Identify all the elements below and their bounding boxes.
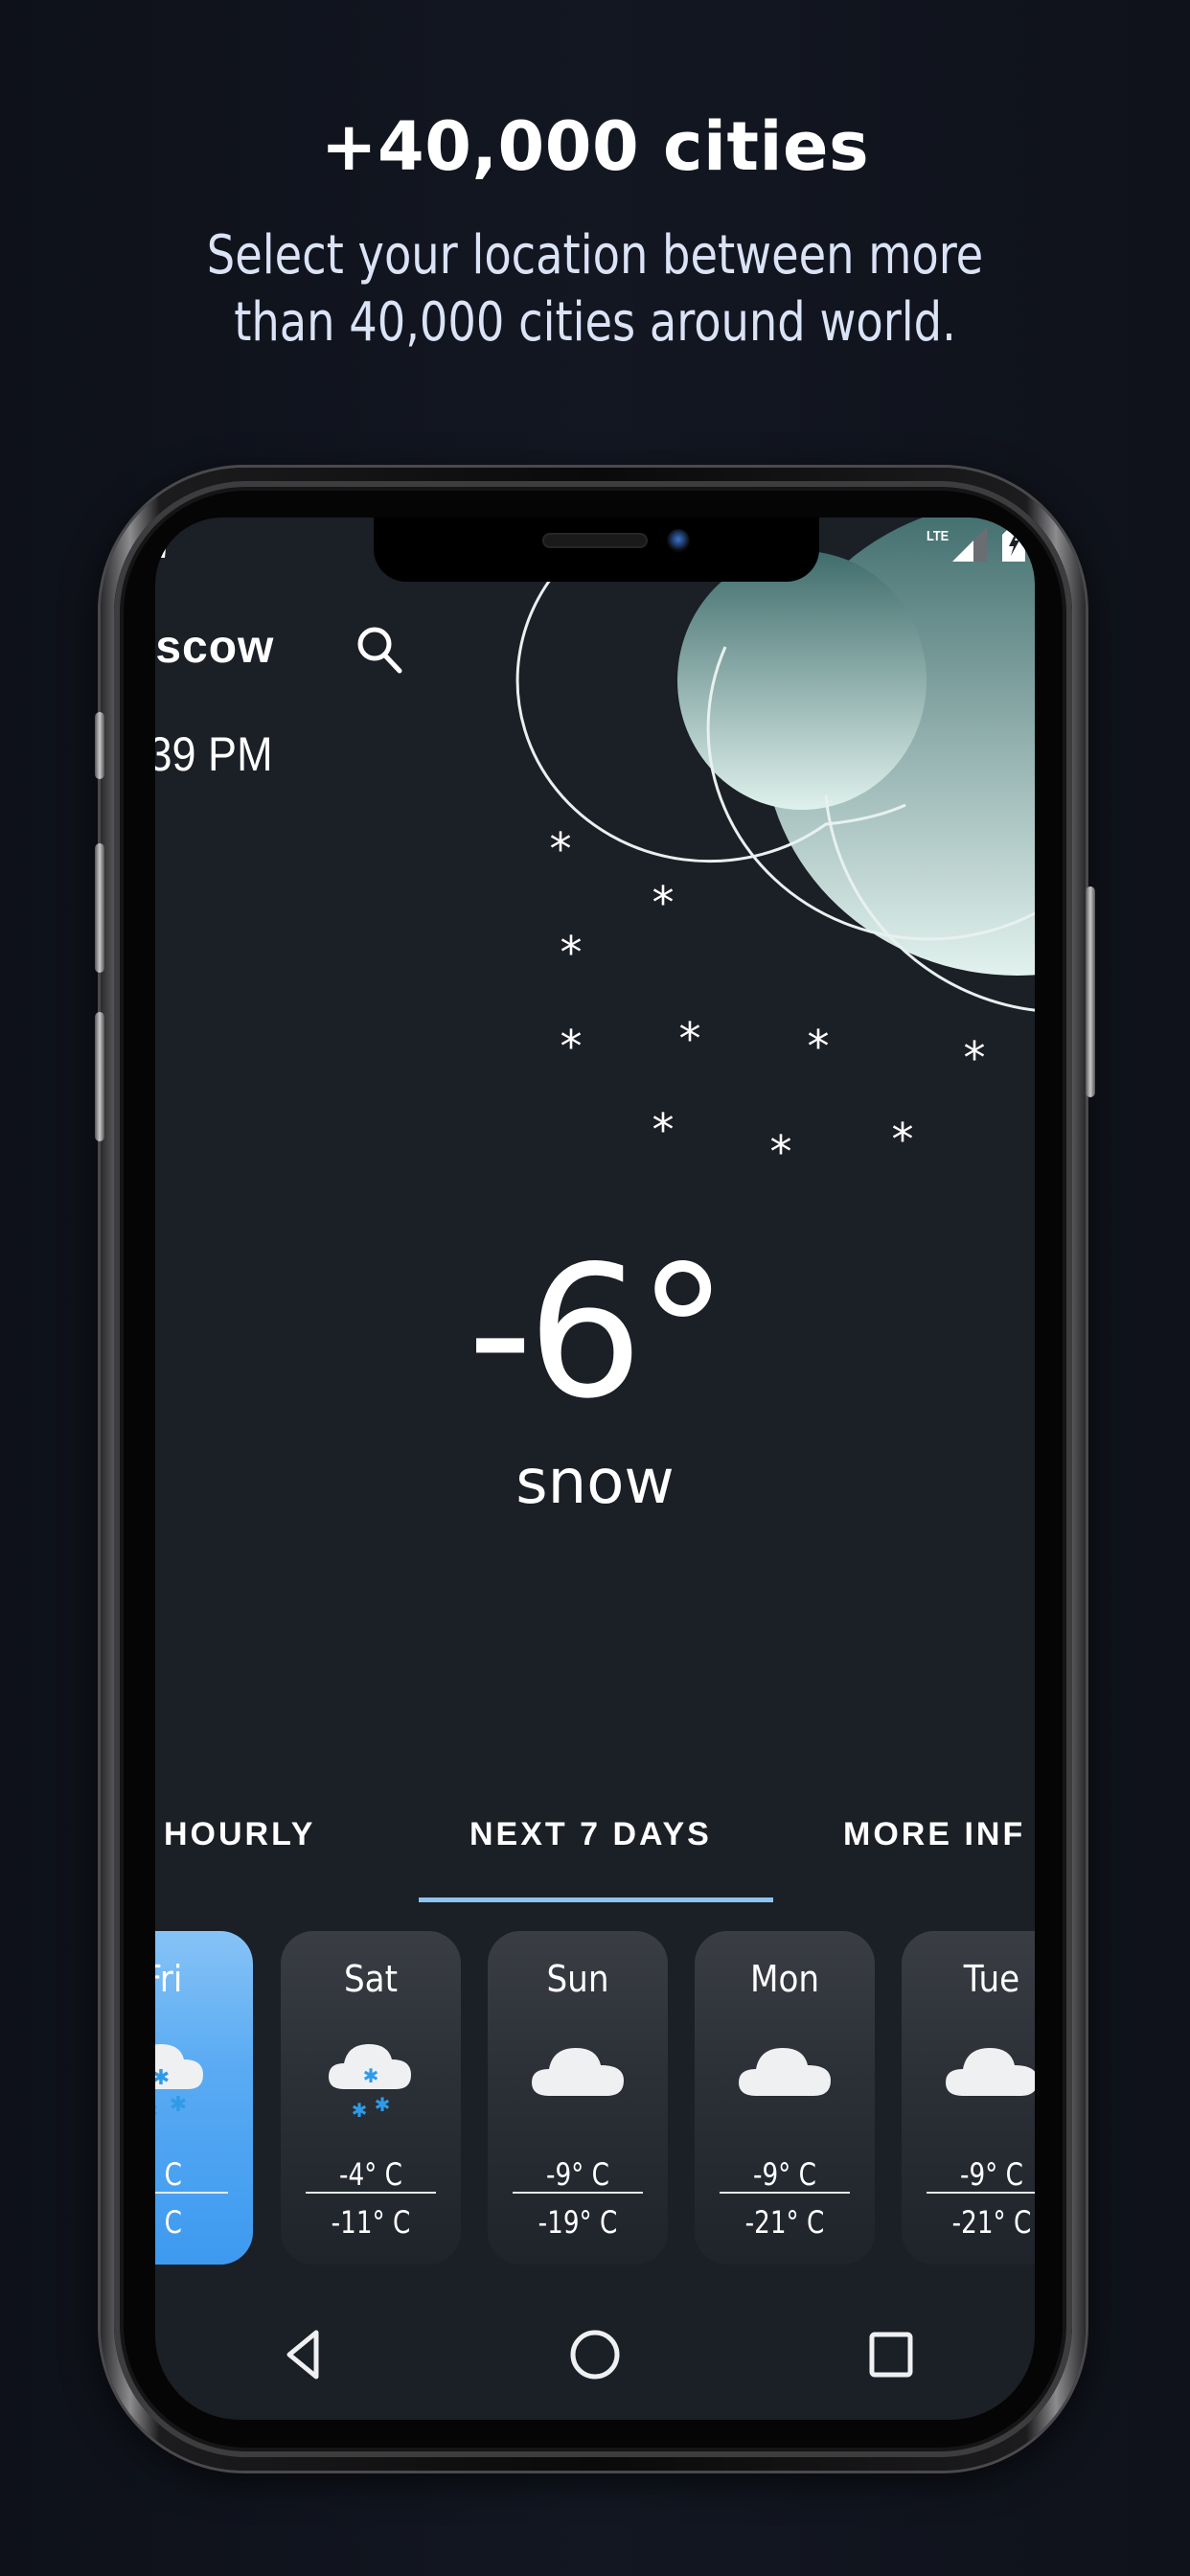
camera-notch	[374, 518, 819, 582]
snowflake-asterisk: *	[808, 1021, 830, 1072]
forecast-low: -19° C	[538, 2204, 618, 2241]
forecast-low: -11° C	[331, 2204, 411, 2241]
cloud-icon	[946, 2048, 1035, 2096]
phone-power-button	[1086, 886, 1095, 1097]
phone-mute-switch	[95, 712, 104, 779]
forecast-divider	[155, 2192, 228, 2194]
local-time: :39 PM	[155, 727, 273, 781]
front-camera	[667, 529, 690, 552]
forecast-day: Fri	[155, 1958, 183, 2000]
promo-subtitle-line: Select your location between more	[206, 224, 984, 287]
active-tab-indicator	[419, 1898, 773, 1902]
back-icon[interactable]	[270, 2321, 337, 2388]
forecast-card-fri[interactable]: Fri ✱ ✱ ✱ ° C ° C	[155, 1931, 253, 2265]
forecast-high: -9° C	[753, 2156, 816, 2193]
cloud-icon	[739, 2048, 831, 2096]
svg-text:✱: ✱	[375, 2093, 391, 2116]
snowflake-asterisk: *	[561, 1021, 583, 1072]
forecast-day: Sat	[343, 1958, 399, 2000]
forecast-tabs: HOURLY NEXT 7 DAYS MORE INF	[155, 1816, 1035, 1902]
phone-volume-up-button	[95, 843, 104, 973]
snowflake-asterisk: *	[550, 823, 572, 875]
forecast-divider	[513, 2192, 643, 2194]
current-condition: snow	[515, 1447, 675, 1518]
forecast-card-sat[interactable]: Sat ✱ ✱ ✱ -4° C -11° C	[281, 1931, 461, 2265]
forecast-high: -4° C	[339, 2156, 402, 2193]
svg-text:✱: ✱	[352, 2099, 368, 2122]
android-navigation-bar	[155, 2300, 1035, 2405]
tab-next-7-days[interactable]: NEXT 7 DAYS	[469, 1816, 712, 1853]
recents-icon[interactable]	[858, 2321, 926, 2388]
cloud-icon	[532, 2048, 624, 2096]
snow-cloud-icon: ✱ ✱ ✱	[155, 2044, 203, 2124]
forecast-day: Tue	[963, 1958, 1020, 2000]
tab-hourly[interactable]: HOURLY	[164, 1816, 315, 1853]
forecast-low: -21° C	[744, 2204, 825, 2241]
svg-text:✱: ✱	[155, 2100, 158, 2124]
snowflake-asterisk: *	[770, 1126, 792, 1178]
city-name[interactable]: oscow	[155, 621, 274, 674]
forecast-day: Sun	[546, 1958, 609, 2000]
forecast-high: -9° C	[960, 2156, 1023, 2193]
forecast-low: ° C	[155, 2204, 182, 2241]
snowflake-asterisk: *	[892, 1114, 914, 1165]
earpiece-speaker	[542, 533, 648, 548]
tab-more-info[interactable]: MORE INF	[843, 1816, 1025, 1853]
status-bar-right: LTE	[925, 527, 1025, 562]
forecast-low: -21° C	[951, 2204, 1032, 2241]
promo-subtitle: Select your location between more than 4…	[48, 222, 1143, 356]
forecast-divider	[720, 2192, 850, 2194]
forecast-card-tue[interactable]: Tue -9° C -21° C	[902, 1931, 1035, 2265]
daily-forecast-list: Fri ✱ ✱ ✱ ° C ° C Sat ✱ ✱ ✱ -4° C -11° C	[155, 1931, 1035, 2266]
search-icon[interactable]	[352, 623, 409, 680]
current-temperature: -6°	[467, 1227, 728, 1438]
svg-text:✱: ✱	[363, 2064, 379, 2087]
battery-charging-icon	[1002, 527, 1025, 562]
forecast-high: -9° C	[546, 2156, 609, 2193]
forecast-card-mon[interactable]: Mon -9° C -21° C	[695, 1931, 875, 2265]
home-icon[interactable]	[561, 2321, 629, 2388]
snow-cloud-icon: ✱ ✱ ✱	[329, 2044, 411, 2122]
snowflake-asterisk: *	[652, 877, 675, 929]
signal-icon	[952, 527, 987, 562]
forecast-divider	[306, 2192, 436, 2194]
phone-volume-down-button	[95, 1012, 104, 1141]
weather-illustration: * * * * * * * * * *	[515, 518, 1035, 1178]
snowflake-asterisk: *	[679, 1013, 701, 1065]
network-type-label: LTE	[926, 528, 949, 544]
snowflake-asterisk: *	[964, 1032, 986, 1084]
forecast-card-sun[interactable]: Sun -9° C -19° C	[488, 1931, 668, 2265]
svg-text:✱: ✱	[155, 2066, 170, 2090]
promo-subtitle-line: than 40,000 cities around world.	[234, 291, 956, 354]
snowflake-asterisk: *	[652, 1104, 675, 1156]
promo-title: +40,000 cities	[320, 107, 870, 186]
svg-text:✱: ✱	[170, 2093, 187, 2117]
notification-icon	[155, 539, 167, 558]
forecast-divider	[927, 2192, 1035, 2194]
app-screen: * * * * * * * * * * LTE oscow	[155, 518, 1035, 2420]
snowflake-asterisk: *	[561, 927, 583, 978]
forecast-high: ° C	[155, 2156, 182, 2193]
forecast-day: Mon	[749, 1958, 820, 2000]
